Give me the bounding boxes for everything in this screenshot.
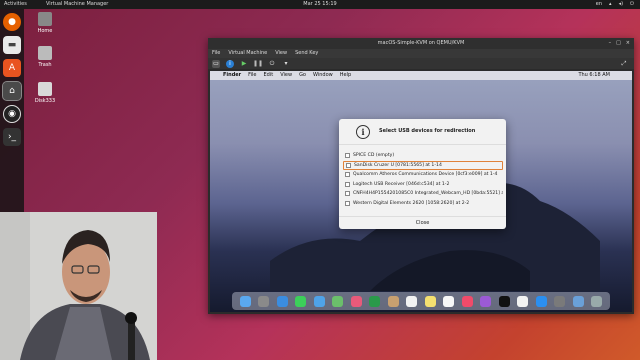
- usb-device-label: CNFH4H4P1554201085C0 Integrated_Webcam_H…: [353, 191, 503, 196]
- finder-icon[interactable]: [239, 295, 251, 307]
- usb-device-row[interactable]: Qualcomm Atheros Communications Device […: [343, 170, 503, 180]
- system-tray[interactable]: en ▴ ◂) ⏻: [596, 0, 634, 9]
- dialog-title: Select USB devices for redirection: [379, 128, 476, 134]
- power-icon: ⏻: [630, 1, 634, 7]
- close-button[interactable]: Close: [339, 216, 506, 226]
- mac-menu-go[interactable]: Go: [299, 71, 306, 80]
- volume-icon: ◂): [618, 1, 624, 7]
- menu-send-key[interactable]: Send Key: [295, 49, 318, 58]
- usb-device-checkbox[interactable]: [345, 153, 350, 159]
- mac-menu-finder[interactable]: Finder: [223, 71, 241, 80]
- notes-icon[interactable]: [424, 295, 436, 307]
- drive-icon: [38, 82, 52, 96]
- firefox-icon[interactable]: ●: [3, 13, 21, 31]
- desktop-icon-label: Trash: [38, 62, 52, 68]
- obs-icon[interactable]: ◉: [3, 105, 21, 123]
- language-indicator[interactable]: en: [596, 0, 602, 9]
- app-store-icon[interactable]: [535, 295, 547, 307]
- mac-menu-window[interactable]: Window: [313, 71, 333, 80]
- menu-virtual-machine[interactable]: Virtual Machine: [228, 49, 267, 58]
- network-icon: ▴: [609, 1, 612, 7]
- menu-bar: File Virtual Machine View Send Key: [208, 49, 634, 58]
- terminal-icon[interactable]: ›_: [3, 128, 21, 146]
- podcasts-icon[interactable]: [480, 295, 492, 307]
- maximize-icon[interactable]: □: [616, 38, 621, 49]
- software-center-icon[interactable]: A: [3, 59, 21, 77]
- downloads-folder-icon[interactable]: [572, 295, 584, 307]
- window-titlebar[interactable]: macOS-Simple-KVM on QEMU/KVM – □ ×: [208, 38, 634, 49]
- clock[interactable]: Mar 25 15:19: [0, 0, 640, 9]
- info-icon: i: [356, 125, 370, 139]
- music-icon[interactable]: [461, 295, 473, 307]
- mac-menubar: Finder File Edit View Go Window Help Thu…: [210, 71, 632, 80]
- dialog-header: i Select USB devices for redirection: [339, 119, 506, 145]
- photos-icon[interactable]: [350, 295, 362, 307]
- mac-menu-edit[interactable]: Edit: [264, 71, 274, 80]
- usb-device-row[interactable]: Western Digital Elements 2620 [1058:2620…: [343, 199, 503, 209]
- usb-device-row[interactable]: SPICE CD (empty): [343, 151, 503, 161]
- desktop-icon-disk[interactable]: Disk333: [32, 82, 58, 104]
- mac-menu-file[interactable]: File: [248, 71, 256, 80]
- webcam-overlay: [0, 212, 157, 360]
- mac-clock[interactable]: Thu 6:18 AM: [578, 71, 610, 80]
- mac-dock: [232, 292, 610, 310]
- calendar-icon[interactable]: [406, 295, 418, 307]
- presenter-video: [0, 212, 157, 360]
- maps-icon[interactable]: [332, 295, 344, 307]
- menu-view[interactable]: View: [275, 49, 287, 58]
- window-title: macOS-Simple-KVM on QEMU/KVM: [377, 40, 465, 46]
- usb-device-checkbox[interactable]: [345, 191, 350, 197]
- usb-redirection-dialog: i Select USB devices for redirection SPI…: [339, 119, 506, 229]
- desktop-icon-trash[interactable]: Trash: [32, 46, 58, 68]
- minimize-icon[interactable]: –: [609, 38, 612, 49]
- messages-icon[interactable]: [295, 295, 307, 307]
- news-icon[interactable]: [517, 295, 529, 307]
- usb-device-label: SanDisk Cruzer U [0781:5565] at 1-14: [354, 162, 442, 168]
- facetime-icon[interactable]: [369, 295, 381, 307]
- toolbar: ▭ i ▶ ❚❚ ⏻ ▾ ⤢: [208, 58, 634, 69]
- usb-device-label: SPICE CD (empty): [353, 153, 395, 158]
- desktop-icon-home[interactable]: Home: [32, 12, 58, 34]
- files-icon[interactable]: ▬: [3, 36, 21, 54]
- usb-device-label: Qualcomm Atheros Communications Device […: [353, 172, 498, 177]
- usb-device-row[interactable]: CNFH4H4P1554201085C0 Integrated_Webcam_H…: [343, 189, 503, 199]
- usb-device-checkbox[interactable]: [345, 200, 350, 206]
- power-menu-icon[interactable]: ⏻: [268, 60, 276, 68]
- launchpad-icon[interactable]: [258, 295, 270, 307]
- usb-device-checkbox[interactable]: [345, 172, 350, 178]
- close-icon[interactable]: ×: [626, 38, 630, 49]
- info-icon[interactable]: i: [226, 59, 234, 68]
- mac-menu-view[interactable]: View: [280, 71, 292, 80]
- mail-icon[interactable]: [313, 295, 325, 307]
- contacts-icon[interactable]: [387, 295, 399, 307]
- trash-bin-icon[interactable]: [591, 295, 603, 307]
- fullscreen-icon[interactable]: ⤢: [620, 60, 628, 68]
- usb-device-row[interactable]: Logitech USB Receiver [046d:c534] at 1-2: [343, 180, 503, 190]
- trash-icon: [38, 46, 52, 60]
- desktop-icon-label: Home: [37, 28, 53, 34]
- usb-device-checkbox[interactable]: [345, 181, 350, 187]
- usb-device-label: Logitech USB Receiver [046d:c534] at 1-2: [353, 181, 450, 187]
- system-preferences-icon[interactable]: [554, 295, 566, 307]
- pause-icon[interactable]: ❚❚: [253, 60, 263, 68]
- usb-device-checkbox[interactable]: [346, 162, 351, 168]
- play-icon[interactable]: ▶: [240, 60, 248, 68]
- tv-icon[interactable]: [498, 295, 510, 307]
- usb-device-label: Western Digital Elements 2620 [1058:2620…: [353, 200, 470, 206]
- usb-device-list: SPICE CD (empty) SanDisk Cruzer U [0781:…: [343, 151, 503, 208]
- top-bar: Activities Virtual Machine Manager Mar 2…: [0, 0, 640, 9]
- mac-menu-help[interactable]: Help: [340, 71, 351, 80]
- desktop-icon-label: Disk333: [34, 98, 56, 104]
- home-folder-icon: [38, 12, 52, 26]
- menu-file[interactable]: File: [212, 49, 220, 58]
- reminders-icon[interactable]: [443, 295, 455, 307]
- console-icon[interactable]: ▭: [212, 59, 220, 68]
- chevron-down-icon[interactable]: ▾: [282, 60, 290, 68]
- usb-device-row[interactable]: SanDisk Cruzer U [0781:5565] at 1-14: [343, 160, 503, 170]
- safari-icon[interactable]: [276, 295, 288, 307]
- virt-manager-icon[interactable]: ⌂: [2, 81, 22, 101]
